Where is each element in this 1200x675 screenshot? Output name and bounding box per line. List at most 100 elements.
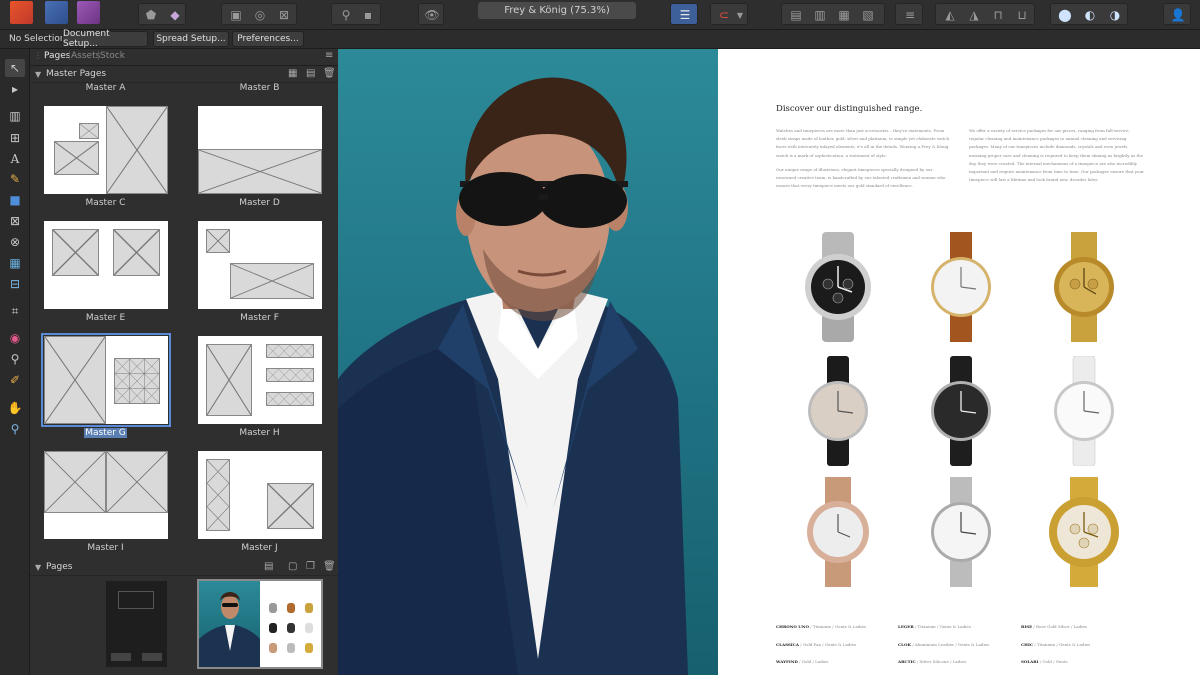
rotate-right-icon[interactable]: ⊔ [1010,4,1034,26]
add-master-icon[interactable]: ▤ [306,68,315,79]
move-back-icon[interactable]: ▤ [784,4,808,26]
flip-horizontal-icon[interactable]: ◭ [938,4,962,26]
photo-persona-icon[interactable] [45,1,68,24]
master-g-label-text[interactable]: Master G [84,428,127,438]
panel-menu-icon[interactable]: ≡ [325,50,333,61]
model-photo[interactable] [338,49,718,675]
duplicate-page-icon[interactable]: ❐ [306,561,315,572]
designer-persona-icon[interactable] [77,1,100,24]
master-f-thumbnail[interactable] [198,221,322,309]
boolean-intersect-icon[interactable]: ◑ [1103,4,1127,26]
master-j-thumbnail[interactable] [198,451,322,539]
watch-classica[interactable] [798,356,878,466]
hand-tool-icon[interactable]: ✋ [5,399,25,417]
color-picker-icon[interactable]: ◉ [5,329,25,347]
blend-icon[interactable]: ◆ [163,4,187,26]
watch-wayfind[interactable] [798,477,878,587]
body-column-1[interactable]: Watches and timepieces are more than jus… [776,127,951,190]
chevron-down-icon[interactable]: ▼ [733,4,747,26]
caption-chrono-uno[interactable]: CHRONO UNO / Titanium / Gents & Ladies [776,624,866,629]
fill-tool-icon[interactable]: ⚲ [5,350,25,368]
master-d-thumbnail[interactable] [198,106,322,194]
master-g-thumbnail[interactable] [41,333,171,427]
user-account-icon[interactable]: 👤 [1166,4,1190,26]
master-pages-header[interactable]: ▼ Master Pages ▦ ▤ 🗑 [30,67,338,83]
ellipse-frame-tool-icon[interactable]: ⊗ [5,233,25,251]
text-frame-tool-icon[interactable]: ▥ [5,107,25,125]
watch-chrono-uno[interactable] [798,232,878,342]
move-backward-icon[interactable]: ▥ [808,4,832,26]
text-wrap-icon[interactable]: ☰ [673,4,697,26]
flip-vertical-icon[interactable]: ◮ [962,4,986,26]
spread-heading[interactable]: Discover our distinguished range. [776,104,922,114]
node-tool-icon[interactable]: ▸ [5,80,25,98]
spread-right-page[interactable]: Discover our distinguished range. Watche… [718,49,1200,675]
move-tool-icon[interactable]: ↖ [5,59,25,77]
watch-chic[interactable] [1044,355,1124,467]
watch-rise[interactable] [1044,232,1124,342]
table-frame-tool-icon[interactable]: ⊟ [5,275,25,293]
bleed-mode-icon[interactable]: ⊠ [272,4,296,26]
normal-mode-icon[interactable]: ◎ [248,4,272,26]
watch-clok[interactable] [921,356,1001,466]
caption-clok[interactable]: CLOK / Aluminium Leather / Gents & Ladie… [898,642,989,647]
caption-chic[interactable]: CHIC / Titanium / Gents & Ladies [1021,642,1090,647]
watch-leger[interactable] [921,232,1001,342]
body-column-2[interactable]: We offer a variety of service packages f… [969,127,1144,184]
disclosure-triangle-icon[interactable]: ▼ [35,563,41,572]
pin-tool-icon[interactable]: ⚲ [334,4,358,26]
caption-rise[interactable]: RISE / Rose Gold Silver / Ladies [1021,624,1087,629]
preview-mode-icon[interactable]: ▣ [224,4,248,26]
watch-solari[interactable] [1044,477,1124,587]
add-page-icon[interactable]: ▢ [288,561,297,572]
document-setup-button[interactable]: Document Setup... [62,29,148,49]
move-forward-icon[interactable]: ▦ [832,4,856,26]
artistic-text-tool-icon[interactable]: A [5,150,25,168]
table-tool-icon[interactable]: ⊞ [5,129,25,147]
eyedropper-icon[interactable]: ✐ [5,371,25,389]
master-c-thumbnail[interactable] [44,106,168,194]
rotate-left-icon[interactable]: ⊓ [986,4,1010,26]
preferences-button[interactable]: Preferences... [232,31,304,47]
delete-page-icon[interactable]: 🗑 [323,561,336,572]
move-front-icon[interactable]: ▧ [856,4,880,26]
align-icon[interactable]: ≡ [898,4,922,26]
document-canvas[interactable]: Discover our distinguished range. Watche… [338,49,1200,675]
pen-tool-icon[interactable]: ✎ [5,170,25,188]
place-image-tool-icon[interactable]: ▦ [5,254,25,272]
tab-pages[interactable]: Pages [44,51,70,61]
page-2-thumbnail[interactable] [197,579,323,669]
spread-setup-button[interactable]: Spread Setup... [153,31,229,47]
shape-tool-icon[interactable]: ■ [5,191,25,209]
tools-sidebar: ↖ ▸ ▥ ⊞ A ✎ ■ ⊠ ⊗ ▦ ⊟ ⌗ ◉ ⚲ ✐ ✋ ⚲ [0,49,30,675]
pages-view-icon[interactable]: ▤ [264,561,273,572]
small-square-icon[interactable]: ▪ [356,4,380,26]
disclosure-triangle-icon[interactable]: ▼ [35,70,41,79]
tab-assets[interactable]: Assets [71,51,100,61]
boolean-subtract-icon[interactable]: ◐ [1078,4,1102,26]
master-grid-icon[interactable]: ▦ [288,68,297,79]
caption-leger[interactable]: LEGER / Titanium / Gents & Ladies [898,624,971,629]
caption-arctic[interactable]: ARCTIC / Silver Silicone / Ladies [898,659,966,664]
master-i-thumbnail[interactable] [44,451,168,539]
page-1-thumbnail[interactable] [106,581,167,667]
master-e-thumbnail[interactable] [44,221,168,309]
pages-header[interactable]: ▼ Pages ▤ ▢ ❐ 🗑 [30,560,338,576]
master-h-thumbnail[interactable] [198,336,322,424]
crop-tool-icon[interactable]: ⌗ [5,302,25,320]
caption-wayfind[interactable]: WAYFIND / Gold / Ladies [776,659,828,664]
boolean-add-icon[interactable]: ⬤ [1053,4,1077,26]
picture-frame-tool-icon[interactable]: ⊠ [5,212,25,230]
caption-classica[interactable]: CLASSICA / Gold Fan / Gents & Ladies [776,642,856,647]
context-toolbar: No Selection Document Setup... Spread Se… [0,29,1200,49]
zoom-tool-icon[interactable]: ⚲ [5,420,25,438]
page-text-block [111,653,131,661]
publisher-persona-icon[interactable] [10,1,33,24]
watch-arctic[interactable] [921,477,1001,587]
tab-stock[interactable]: Stock [100,51,125,61]
caption-solari[interactable]: SOLARI / Gold / Gents [1021,659,1068,664]
pin-icon[interactable]: ⬟ [139,4,163,26]
view-icon[interactable]: 👁 [420,4,444,26]
silver-mesh-watch-icon [931,477,991,587]
delete-master-icon[interactable]: 🗑 [323,68,336,79]
